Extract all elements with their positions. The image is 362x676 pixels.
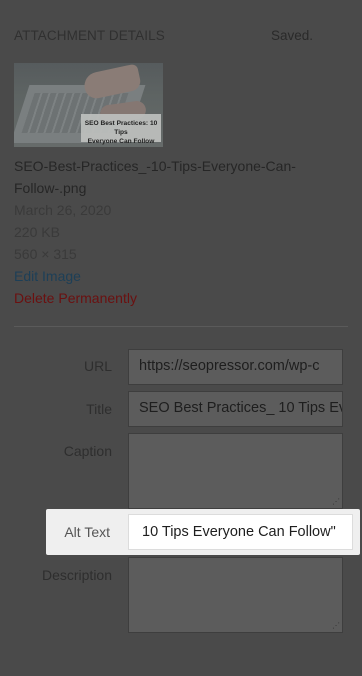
title-field[interactable]: SEO Best Practices_ 10 Tips Ev xyxy=(128,391,343,427)
delete-permanently-link[interactable]: Delete Permanently xyxy=(14,290,137,306)
upload-date: March 26, 2020 xyxy=(14,202,112,218)
panel-title: ATTACHMENT DETAILS xyxy=(14,28,165,43)
file-name-line: Follow-.png xyxy=(14,180,87,196)
caption-textarea[interactable]: ⋰ xyxy=(128,433,343,509)
attachment-thumbnail[interactable]: SEO Best Practices: 10 Tips Everyone Can… xyxy=(14,63,163,147)
thumbnail-caption-line: SEO Best Practices: 10 Tips xyxy=(84,120,158,136)
file-size: 220 KB xyxy=(14,224,60,240)
save-status: Saved. xyxy=(271,28,314,43)
caption-label: Caption xyxy=(63,443,112,459)
description-label: Description xyxy=(41,567,112,583)
description-textarea[interactable]: ⋰ xyxy=(128,557,343,633)
alt-text-field[interactable]: 10 Tips Everyone Can Follow" xyxy=(128,514,353,550)
divider xyxy=(14,326,348,327)
url-field[interactable]: https://seopressor.com/wp-c xyxy=(128,349,343,385)
attachment-details-panel: ATTACHMENT DETAILS Saved. SEO Best Pract… xyxy=(0,0,362,676)
title-label: Title xyxy=(86,401,112,417)
thumbnail-caption-line: Everyone Can Follow xyxy=(87,138,155,145)
file-name: SEO-Best-Practices_-10-Tips-Everyone-Can… xyxy=(14,155,314,199)
image-dimensions: 560 × 315 xyxy=(14,246,77,262)
file-name-line: SEO-Best-Practices_-10-Tips-Everyone-Can… xyxy=(14,158,296,174)
thumbnail-caption: SEO Best Practices: 10 Tips Everyone Can… xyxy=(81,114,161,145)
alt-text-label: Alt Text xyxy=(64,524,110,540)
resize-grip-icon[interactable]: ⋰ xyxy=(332,498,340,506)
alt-text-row: Alt Text 10 Tips Everyone Can Follow" xyxy=(46,509,360,555)
url-label: URL xyxy=(83,358,112,374)
edit-image-link[interactable]: Edit Image xyxy=(14,268,81,284)
resize-grip-icon[interactable]: ⋰ xyxy=(332,622,340,630)
